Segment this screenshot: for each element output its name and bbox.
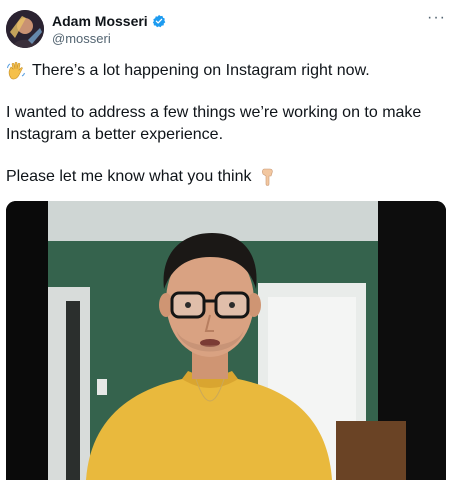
- video-thumbnail[interactable]: [6, 201, 446, 480]
- tweet-line-1-text: There’s a lot happening on Instagram rig…: [32, 62, 370, 79]
- tweet-line-3: Please let me know what you think: [6, 166, 451, 188]
- author-avatar[interactable]: [6, 10, 44, 48]
- tweet-paragraph-2: I wanted to address a few things we’re w…: [6, 104, 422, 143]
- tweet-card[interactable]: Adam Mosseri @mosseri ··· There’s a lot …: [0, 0, 458, 480]
- video-frame: [6, 201, 446, 480]
- author-handle[interactable]: @mosseri: [52, 31, 111, 46]
- waving-hand-emoji: [6, 61, 26, 81]
- more-options-icon[interactable]: ···: [427, 9, 446, 27]
- avatar-image: [6, 10, 44, 48]
- tweet-text: There’s a lot happening on Instagram rig…: [6, 60, 451, 188]
- tweet-line-1: There’s a lot happening on Instagram rig…: [6, 60, 451, 82]
- author-name-row: Adam Mosseri: [52, 13, 166, 29]
- verified-badge-icon: [152, 14, 166, 28]
- tweet-line-3-text: Please let me know what you think: [6, 168, 252, 185]
- author-display-name[interactable]: Adam Mosseri: [52, 13, 148, 29]
- pointing-down-emoji: [257, 167, 277, 187]
